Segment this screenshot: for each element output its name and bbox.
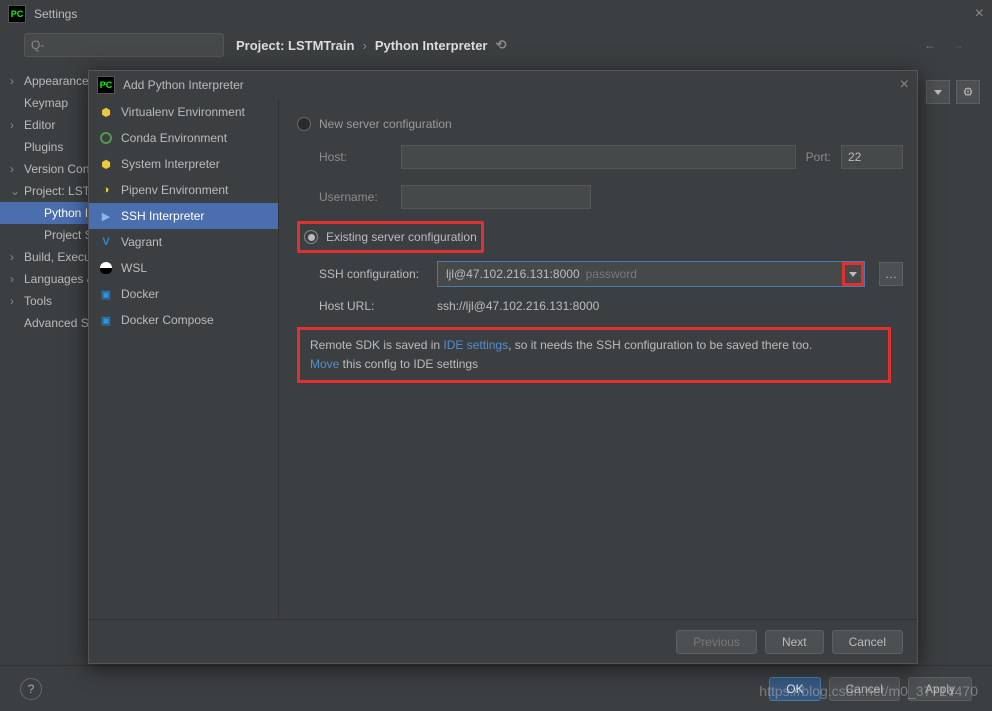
item-system[interactable]: ⬢System Interpreter: [89, 151, 278, 177]
docker-compose-icon: ▣: [99, 313, 113, 327]
radio-checked-icon: [304, 230, 318, 244]
chevron-down-icon: [849, 272, 857, 277]
dropdown-arrow-highlight[interactable]: [842, 262, 864, 286]
breadcrumb: Project: LSTMTrain › Python Interpreter …: [236, 37, 506, 53]
radio-existing-highlight: Existing server configuration: [297, 221, 484, 253]
back-arrow-icon[interactable]: ←: [920, 35, 940, 55]
pycharm-logo-icon: PC: [97, 76, 115, 94]
radio-existing-server[interactable]: Existing server configuration: [304, 226, 477, 248]
radio-new-label: New server configuration: [319, 117, 452, 131]
item-virtualenv[interactable]: ⬢Virtualenv Environment: [89, 99, 278, 125]
radio-new-server[interactable]: New server configuration: [297, 113, 903, 135]
cancel-button[interactable]: Cancel: [829, 677, 900, 701]
gear-icon[interactable]: ⚙: [956, 80, 980, 104]
forward-arrow-icon[interactable]: →: [948, 35, 968, 55]
ssh-config-dropdown[interactable]: ljl@47.102.216.131:8000 password: [437, 261, 865, 287]
item-pipenv[interactable]: ◑Pipenv Environment: [89, 177, 278, 203]
reset-icon[interactable]: ⟲: [496, 37, 507, 53]
settings-toolbar: Q- Project: LSTMTrain › Python Interpret…: [0, 28, 992, 62]
info-text-pre: Remote SDK is saved in: [310, 338, 443, 352]
apply-button[interactable]: Apply: [908, 677, 972, 701]
info-message-highlight: Remote SDK is saved in IDE settings, so …: [297, 327, 891, 383]
info-text-post: this config to IDE settings: [339, 357, 478, 371]
modal-close-icon[interactable]: ×: [900, 76, 909, 94]
item-wsl[interactable]: WSL: [89, 255, 278, 281]
host-url-value: ssh://ljl@47.102.216.131:8000: [437, 299, 599, 313]
add-interpreter-modal: PC Add Python Interpreter × ⬢Virtualenv …: [88, 70, 918, 664]
item-docker-compose[interactable]: ▣Docker Compose: [89, 307, 278, 333]
close-icon[interactable]: ×: [975, 5, 984, 23]
search-placeholder-text: Q-: [31, 38, 44, 52]
breadcrumb-leaf[interactable]: Python Interpreter: [375, 38, 488, 53]
modal-title: Add Python Interpreter: [123, 78, 244, 92]
breadcrumb-root[interactable]: Project: LSTMTrain: [236, 38, 354, 53]
username-input[interactable]: [401, 185, 591, 209]
help-icon[interactable]: ?: [20, 678, 42, 700]
host-input[interactable]: [401, 145, 796, 169]
pipenv-icon: ◑: [99, 183, 113, 197]
next-button[interactable]: Next: [765, 630, 824, 654]
tux-icon: [99, 261, 113, 275]
port-input[interactable]: 22: [841, 145, 903, 169]
modal-footer: Previous Next Cancel: [89, 619, 917, 663]
modal-cancel-button[interactable]: Cancel: [832, 630, 903, 654]
interpreter-type-list: ⬢Virtualenv Environment Conda Environmen…: [89, 99, 279, 619]
item-ssh[interactable]: ▶SSH Interpreter: [89, 203, 278, 229]
radio-icon: [297, 117, 311, 131]
move-link[interactable]: Move: [310, 357, 339, 371]
pycharm-logo-icon: PC: [8, 5, 26, 23]
ssh-icon: ▶: [99, 209, 113, 223]
ssh-config-value: ljl@47.102.216.131:8000: [446, 267, 580, 281]
interpreter-dropdown-button[interactable]: [926, 80, 950, 104]
radio-existing-label: Existing server configuration: [326, 230, 477, 244]
item-vagrant[interactable]: VVagrant: [89, 229, 278, 255]
chevron-right-icon: ›: [362, 38, 366, 53]
python-icon: ⬢: [99, 157, 113, 171]
ssh-config-label: SSH configuration:: [319, 267, 427, 281]
previous-button[interactable]: Previous: [676, 630, 757, 654]
host-label: Host:: [319, 150, 391, 164]
port-label: Port:: [806, 150, 831, 164]
settings-bottom-bar: ? OK Cancel Apply: [0, 665, 992, 711]
search-input[interactable]: Q-: [24, 33, 224, 57]
username-label: Username:: [319, 190, 391, 204]
modal-right-panel: New server configuration Host: Port: 22 …: [279, 99, 917, 619]
python-icon: ⬢: [99, 105, 113, 119]
item-docker[interactable]: ▣Docker: [89, 281, 278, 307]
item-conda[interactable]: Conda Environment: [89, 125, 278, 151]
browse-button[interactable]: …: [879, 262, 903, 286]
vagrant-icon: V: [99, 235, 113, 249]
ok-button[interactable]: OK: [769, 677, 820, 701]
ide-settings-link[interactable]: IDE settings: [443, 338, 508, 352]
window-title: Settings: [34, 7, 77, 21]
info-text-mid: , so it needs the SSH configuration to b…: [508, 338, 812, 352]
conda-icon: [99, 131, 113, 145]
docker-icon: ▣: [99, 287, 113, 301]
modal-titlebar: PC Add Python Interpreter ×: [89, 71, 917, 99]
main-titlebar: PC Settings ×: [0, 0, 992, 28]
ssh-config-suffix: password: [586, 267, 637, 281]
host-url-label: Host URL:: [319, 299, 427, 313]
